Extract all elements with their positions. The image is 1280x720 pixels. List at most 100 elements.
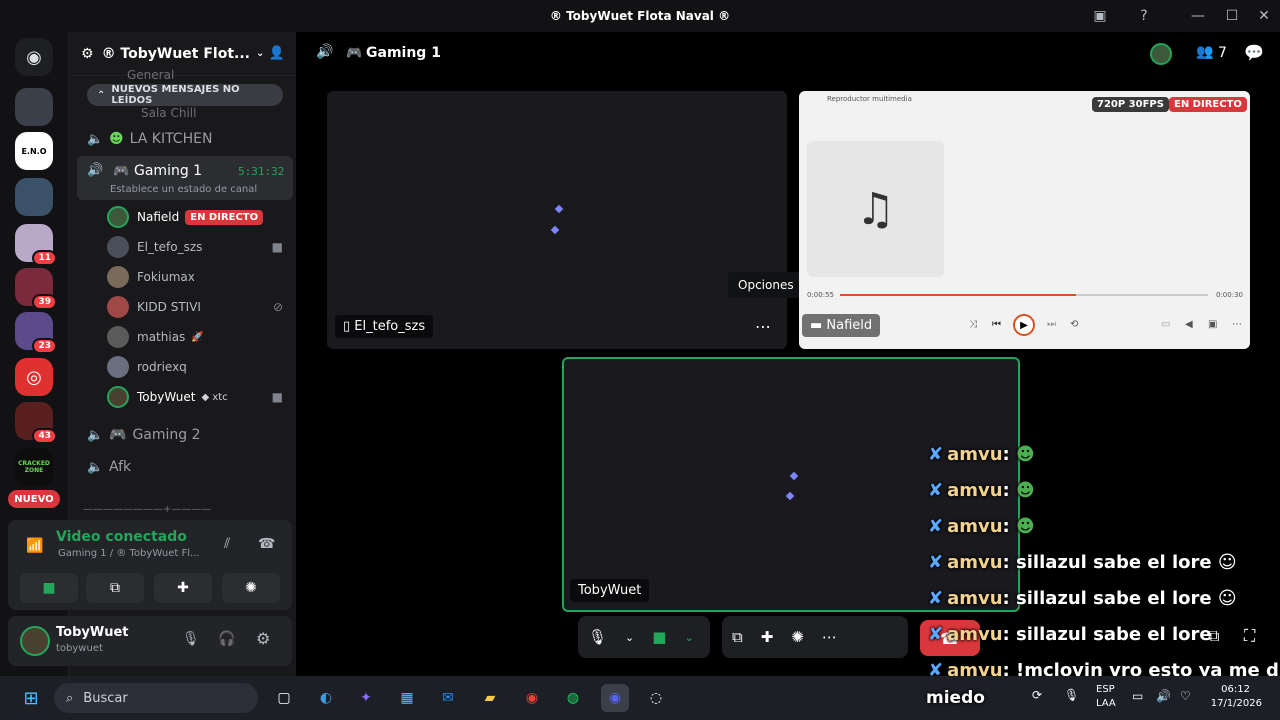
- screen-share-icon[interactable]: ⧉: [732, 628, 743, 646]
- popout-icon[interactable]: ⧉: [1208, 626, 1219, 646]
- battery-icon[interactable]: ♡: [1180, 689, 1191, 703]
- outlook-icon[interactable]: ✉: [434, 684, 462, 712]
- channel-gaming-1[interactable]: 🔊 🎮 Gaming 1 5:31:32 Establece un estado…: [77, 156, 293, 200]
- avatar[interactable]: [1150, 43, 1172, 65]
- server-icon[interactable]: 23: [15, 312, 57, 354]
- shuffle-icon[interactable]: ⤨: [969, 319, 977, 330]
- miniplayer-icon[interactable]: ▭: [1161, 319, 1170, 330]
- member-tobywuet[interactable]: TobyWuet ◆ xtc ■: [107, 383, 289, 411]
- screen-share-button[interactable]: ⧉: [86, 573, 144, 603]
- language-indicator[interactable]: ESP: [1096, 684, 1115, 695]
- activities-icon[interactable]: ✚: [761, 628, 774, 646]
- server-icon[interactable]: 43: [15, 402, 57, 444]
- discord-home-icon[interactable]: ◉: [15, 38, 53, 76]
- more-options-icon[interactable]: ⋯: [755, 317, 771, 336]
- sync-icon[interactable]: ⟳: [1032, 688, 1042, 702]
- file-explorer-icon[interactable]: ▰: [476, 684, 504, 712]
- member-nafield[interactable]: Nafield EN DIRECTO: [107, 203, 289, 231]
- mic-icon[interactable]: 🎙: [588, 628, 607, 646]
- noise-icon[interactable]: ⫽: [224, 536, 230, 552]
- channel-general[interactable]: General: [77, 68, 293, 82]
- clock-date[interactable]: 17/1/2026: [1202, 698, 1262, 709]
- channel-gaming-2[interactable]: 🔈 🎮 Gaming 2: [77, 420, 293, 450]
- maximize-button[interactable]: ☐: [1214, 0, 1250, 32]
- next-icon[interactable]: ⏭: [1047, 319, 1056, 330]
- copilot-icon[interactable]: ✦: [352, 684, 380, 712]
- server-icon[interactable]: 39: [15, 268, 57, 310]
- chat-overlay-line: ✘ amvu: ☻: [928, 480, 1035, 501]
- chat-icon[interactable]: 💬: [1244, 43, 1264, 62]
- channel-afk[interactable]: 🔈 Afk: [77, 452, 293, 482]
- seek-track[interactable]: [840, 294, 1208, 296]
- video-tile-el-tefo[interactable]: ▯ El_tefo_szs ⋯: [327, 91, 787, 349]
- soundboard-button[interactable]: ✺: [222, 573, 280, 603]
- chrome-icon[interactable]: ◉: [518, 684, 546, 712]
- channel-status[interactable]: Establece un estado de canal: [110, 184, 257, 195]
- loading-indicator: [554, 204, 564, 214]
- cast-icon[interactable]: ▣: [1208, 319, 1217, 330]
- more-icon[interactable]: ⋯: [1232, 319, 1242, 330]
- members-icon[interactable]: 👥: [1196, 44, 1213, 60]
- activities-button[interactable]: ✚: [154, 573, 212, 603]
- new-servers-pill[interactable]: NUEVO: [8, 490, 60, 508]
- avatar: [107, 356, 129, 378]
- clock-time[interactable]: 06:12: [1206, 684, 1250, 695]
- server-icon[interactable]: ◎: [15, 358, 53, 396]
- server-icon[interactable]: [15, 178, 53, 216]
- chevron-up-icon: ⌃: [97, 89, 106, 101]
- mic-icon[interactable]: 🎙: [182, 631, 200, 647]
- add-user-icon[interactable]: 👤: [269, 46, 285, 61]
- minimize-button[interactable]: —: [1180, 0, 1216, 32]
- store-icon[interactable]: ▦: [393, 684, 421, 712]
- server-cracked-zone[interactable]: CRACKED ZONE: [15, 448, 53, 486]
- signal-icon[interactable]: 📶: [26, 538, 43, 554]
- stream-tile-nafield[interactable]: Reproductor multimedia 720P 30FPS EN DIR…: [799, 91, 1250, 349]
- server-icon[interactable]: 11: [15, 224, 57, 266]
- soundboard-icon[interactable]: ✺: [791, 628, 804, 646]
- taskbar-search[interactable]: ⌕ Buscar: [54, 683, 258, 713]
- member-mathias[interactable]: mathias 🚀: [107, 323, 289, 351]
- voice-location[interactable]: Gaming 1 / ® TobyWuet Fl...: [58, 548, 208, 559]
- new-messages-banner[interactable]: ⌃ NUEVOS MENSAJES NO LEÍDOS: [87, 84, 283, 106]
- member-kidd-stivi[interactable]: KIDD STIVI ⊘: [107, 293, 289, 321]
- windows-start-icon[interactable]: ⊞: [17, 684, 45, 712]
- play-button[interactable]: ▶: [1013, 314, 1035, 336]
- server-eno[interactable]: E.N.O: [15, 132, 53, 170]
- camera-button[interactable]: ■: [20, 573, 78, 603]
- avatar[interactable]: [20, 626, 50, 656]
- volume-icon[interactable]: ◀: [1185, 319, 1193, 330]
- headphones-icon[interactable]: 🎧: [218, 631, 235, 647]
- speaker-icon: 🔈: [87, 459, 104, 475]
- settings-icon[interactable]: ⚙: [256, 629, 270, 648]
- keyboard-layout[interactable]: LAA: [1096, 698, 1116, 709]
- spotify-icon[interactable]: ◍: [559, 684, 587, 712]
- repeat-icon[interactable]: ⟲: [1070, 319, 1078, 330]
- voice-status[interactable]: Video conectado: [56, 529, 187, 545]
- obs-icon[interactable]: ◌: [642, 684, 670, 712]
- member-rodriexq[interactable]: rodriexq: [107, 353, 289, 381]
- troll-emoji: ☺: [1217, 552, 1237, 573]
- channel-la-kitchen[interactable]: 🔈 ☻ LA KITCHEN: [77, 124, 293, 154]
- camera-icon[interactable]: ■: [652, 628, 666, 646]
- close-button[interactable]: ✕: [1246, 0, 1280, 32]
- task-view-icon[interactable]: ▢: [270, 684, 298, 712]
- avatar: [107, 296, 129, 318]
- disconnect-icon[interactable]: ☎: [258, 536, 275, 552]
- member-fokiumax[interactable]: Fokiumax: [107, 263, 289, 291]
- inbox-icon[interactable]: ▣: [1082, 0, 1118, 32]
- more-icon[interactable]: ⋯: [822, 628, 837, 646]
- chevron-down-icon[interactable]: ⌄: [625, 631, 634, 644]
- edge-icon[interactable]: ◐: [312, 684, 340, 712]
- fullscreen-icon[interactable]: ⛶: [1244, 626, 1255, 646]
- previous-icon[interactable]: ⏮: [992, 319, 1001, 330]
- chevron-down-icon[interactable]: ⌄: [684, 631, 693, 644]
- volume-icon[interactable]: 🔊: [1156, 689, 1171, 703]
- member-el-tefo[interactable]: El_tefo_szs ■: [107, 233, 289, 261]
- network-icon[interactable]: ▭: [1132, 689, 1143, 703]
- discord-taskbar-icon[interactable]: ◉: [601, 684, 629, 712]
- mic-icon[interactable]: 🎙: [1064, 688, 1079, 702]
- server-icon[interactable]: [15, 88, 53, 126]
- options-tooltip: Opciones: [728, 272, 804, 298]
- help-icon[interactable]: ?: [1126, 0, 1162, 32]
- channel-sala-chill[interactable]: Sala Chill: [77, 106, 293, 120]
